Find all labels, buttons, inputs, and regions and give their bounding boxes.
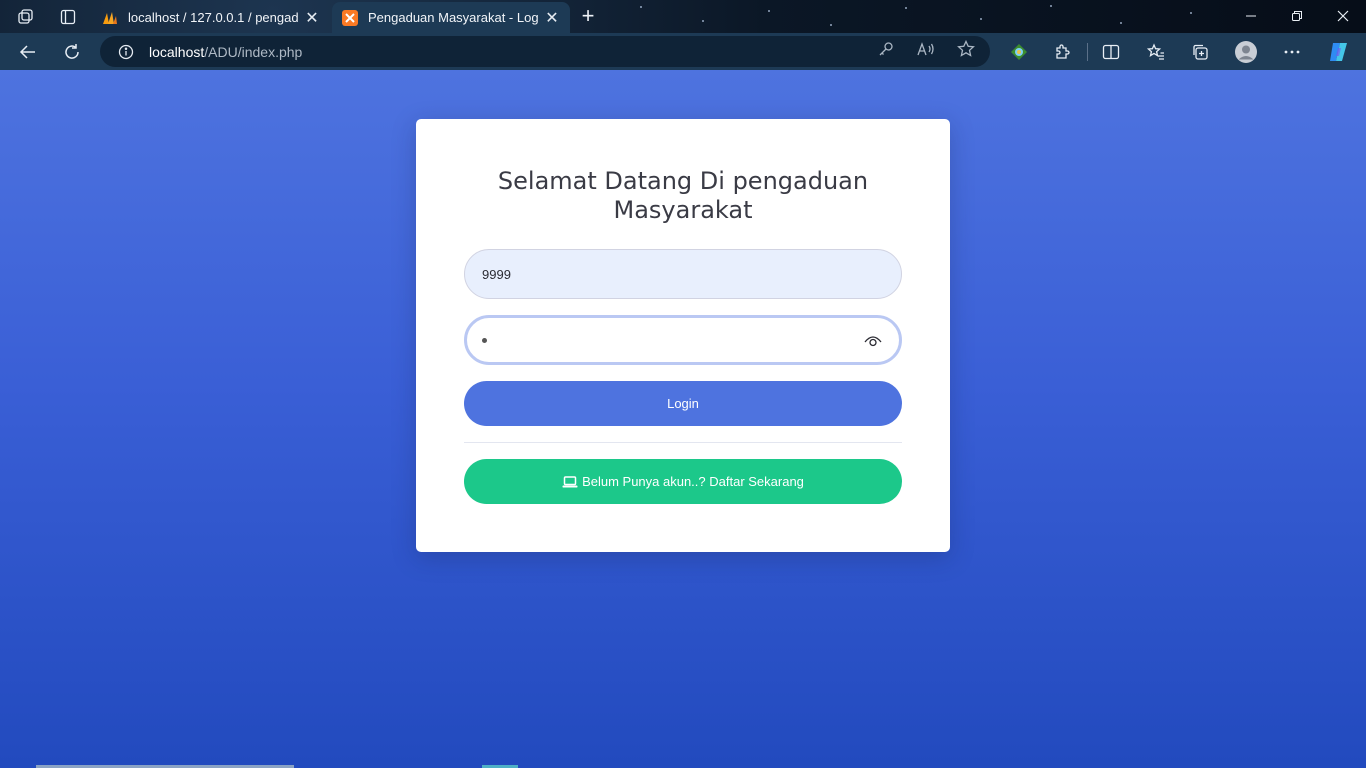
login-button[interactable]: Login	[464, 381, 902, 426]
site-info-icon[interactable]	[117, 43, 135, 61]
profile-avatar[interactable]	[1232, 38, 1260, 66]
close-tab-icon[interactable]: ✕	[304, 10, 320, 27]
background-star	[830, 24, 832, 26]
back-arrow-icon[interactable]	[14, 38, 42, 66]
browser-title-bar: localhost / 127.0.0.1 / pengaduan ✕ Peng…	[0, 0, 1366, 33]
key-icon[interactable]	[876, 39, 896, 59]
favorites-icon[interactable]	[1142, 38, 1170, 66]
split-screen-icon[interactable]	[1097, 38, 1125, 66]
background-star	[1190, 12, 1192, 14]
tab-title: localhost / 127.0.0.1 / pengaduan	[128, 10, 298, 25]
more-options-icon[interactable]	[1278, 38, 1306, 66]
refresh-icon[interactable]	[58, 38, 86, 66]
new-tab-button[interactable]: +	[576, 5, 600, 29]
copilot-icon[interactable]	[1325, 38, 1353, 66]
tab-phpmyadmin[interactable]: localhost / 127.0.0.1 / pengaduan ✕	[92, 2, 330, 33]
close-window-icon[interactable]	[1320, 4, 1366, 28]
url-host: localhost	[149, 43, 205, 60]
background-star	[640, 6, 642, 8]
restore-icon[interactable]	[1274, 4, 1320, 28]
background-star	[980, 18, 982, 20]
password-input[interactable]	[464, 315, 902, 365]
favorite-star-icon[interactable]	[956, 39, 976, 59]
tab-title: Pengaduan Masyarakat - Login	[368, 10, 538, 25]
url-path: /ADU/index.php	[204, 43, 303, 60]
tab-actions-icon[interactable]	[57, 6, 79, 28]
minimize-icon[interactable]	[1228, 4, 1274, 28]
laptop-icon	[562, 475, 578, 489]
page-background: Selamat Datang Di pengaduan Masyarakat 9…	[0, 70, 1366, 768]
background-star	[1120, 22, 1122, 24]
login-heading: Selamat Datang Di pengaduan Masyarakat	[497, 167, 869, 224]
browser-toolbar: localhost/ADU/index.php	[0, 33, 1366, 70]
collections-icon[interactable]	[1186, 38, 1214, 66]
password-mask-dot	[482, 337, 487, 343]
background-star	[905, 7, 907, 9]
xampp-icon	[342, 9, 358, 26]
address-bar[interactable]: localhost/ADU/index.php	[100, 36, 990, 67]
register-button[interactable]: Belum Punya akun..? Daftar Sekarang	[464, 459, 902, 504]
background-star	[1050, 5, 1052, 7]
extension-globe-icon[interactable]	[1005, 38, 1033, 66]
extensions-puzzle-icon[interactable]	[1049, 38, 1077, 66]
background-star	[702, 20, 704, 22]
close-tab-icon[interactable]: ✕	[544, 10, 560, 27]
show-password-eye-icon[interactable]	[863, 332, 883, 350]
username-input[interactable]: 9999	[464, 249, 902, 299]
register-button-label: Belum Punya akun..? Daftar Sekarang	[582, 474, 804, 489]
read-aloud-icon[interactable]	[916, 39, 936, 59]
workspaces-icon[interactable]	[15, 6, 37, 28]
form-divider	[464, 442, 902, 443]
toolbar-divider	[1087, 43, 1088, 61]
username-value: 9999	[482, 266, 511, 282]
login-card: Selamat Datang Di pengaduan Masyarakat 9…	[416, 119, 950, 552]
url-text: localhost/ADU/index.php	[149, 44, 302, 60]
phpmyadmin-icon	[102, 10, 118, 26]
login-button-label: Login	[667, 396, 699, 411]
tab-login[interactable]: Pengaduan Masyarakat - Login ✕	[332, 2, 570, 33]
background-star	[768, 10, 770, 12]
